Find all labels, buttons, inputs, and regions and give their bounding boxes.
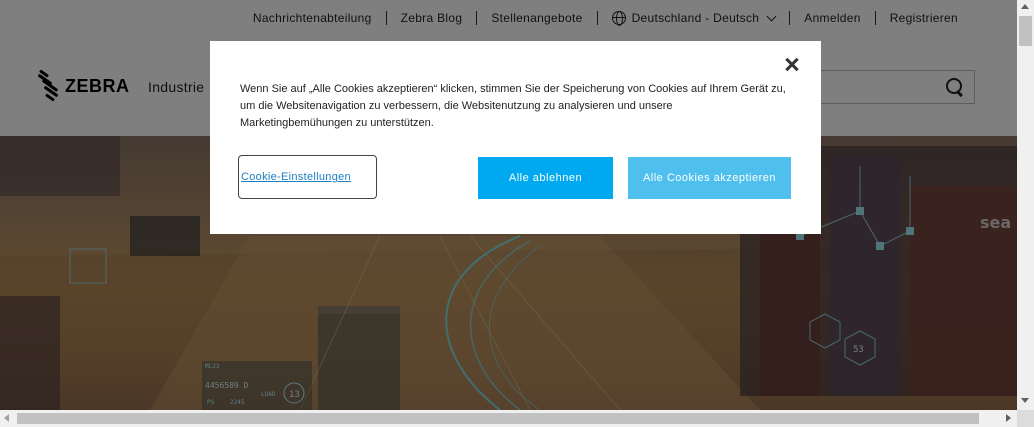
vertical-scrollbar[interactable] [1017,0,1034,410]
scrollbar-corner [1017,410,1034,427]
accept-all-cookies-button[interactable]: Alle Cookies akzeptieren [628,157,791,199]
horizontal-scrollbar[interactable] [0,410,1017,427]
page: Nachrichtenabteilung Zebra Blog Stellena… [0,0,1017,410]
cookie-consent-dialog: Wenn Sie auf „Alle Cookies akzeptieren“ … [210,41,821,234]
scroll-left-arrow-icon[interactable] [4,414,9,422]
horizontal-scroll-thumb[interactable] [17,413,979,424]
reject-all-button[interactable]: Alle ablehnen [478,157,613,199]
scroll-down-arrow-icon[interactable] [1021,398,1029,403]
close-icon[interactable] [783,55,803,75]
vertical-scroll-thumb[interactable] [1019,16,1032,46]
cookie-message: Wenn Sie auf „Alle Cookies akzeptieren“ … [240,83,786,129]
scroll-up-arrow-icon[interactable] [1021,4,1029,9]
scroll-right-arrow-icon[interactable] [1006,414,1011,422]
cookie-settings-button[interactable]: Cookie-Einstellungen [238,155,377,199]
